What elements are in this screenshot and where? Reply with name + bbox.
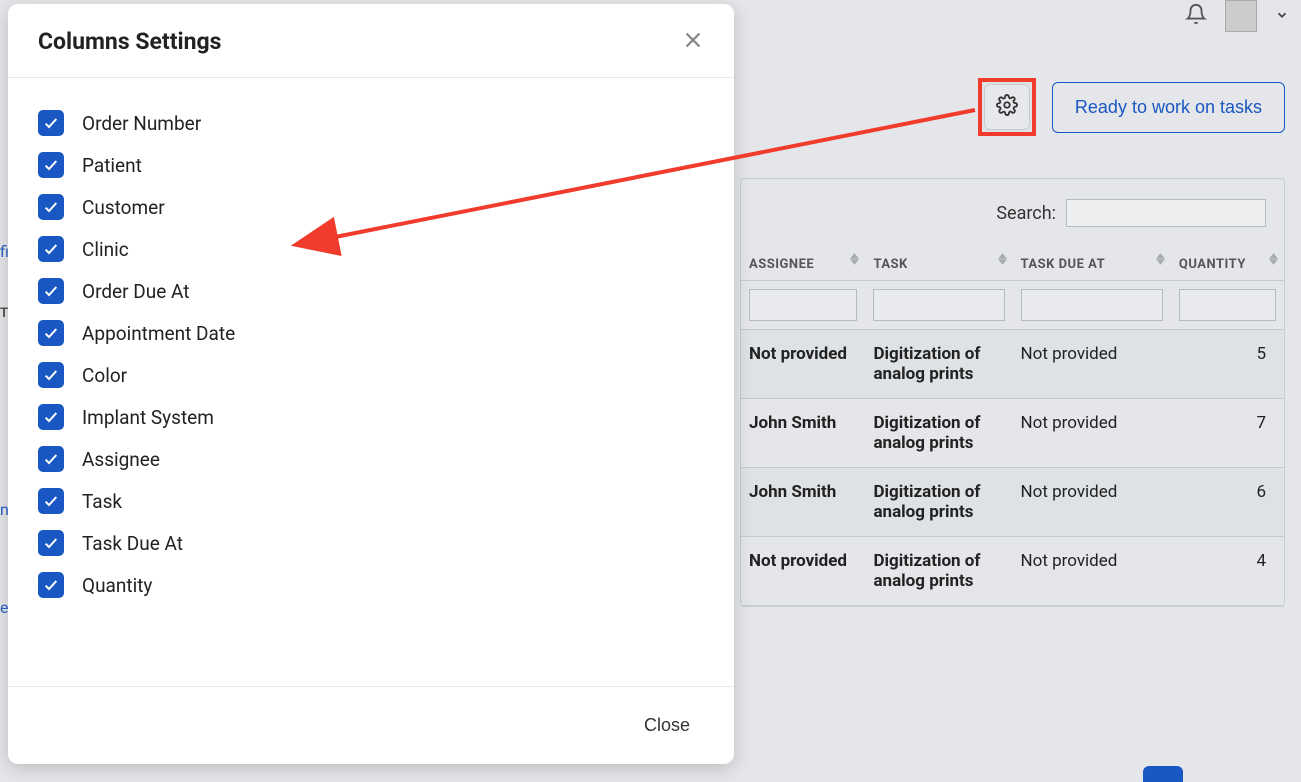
sort-icon xyxy=(1269,253,1278,265)
column-toggle-item: Order Due At xyxy=(38,270,704,312)
cell-qty: 5 xyxy=(1171,330,1284,399)
checkbox[interactable] xyxy=(38,194,64,220)
checkbox[interactable] xyxy=(38,362,64,388)
search-label: Search: xyxy=(996,203,1056,224)
checkbox[interactable] xyxy=(38,488,64,514)
column-toggle-item: Order Number xyxy=(38,102,704,144)
tasks-table-panel: Search: ASSIGNEE TASK TASK DUE AT QUANTI… xyxy=(740,178,1285,607)
sort-icon xyxy=(1156,253,1165,265)
table-row[interactable]: Not provided Digitization of analog prin… xyxy=(741,330,1284,399)
table-row[interactable]: Not provided Digitization of analog prin… xyxy=(741,537,1284,606)
filter-quantity[interactable] xyxy=(1179,289,1276,321)
column-toggle-label: Order Due At xyxy=(82,280,189,303)
columns-settings-button[interactable] xyxy=(984,84,1030,130)
cell-due: Not provided xyxy=(1013,399,1171,468)
table-row[interactable]: John Smith Digitization of analog prints… xyxy=(741,399,1284,468)
modal-body: Order Number Patient Customer Clinic Order D… xyxy=(8,78,734,686)
cell-qty: 4 xyxy=(1171,537,1284,606)
column-toggle-label: Appointment Date xyxy=(82,322,235,345)
col-header-task[interactable]: TASK xyxy=(865,247,1012,281)
filter-assignee[interactable] xyxy=(749,289,857,321)
column-toggle-item: Clinic xyxy=(38,228,704,270)
sort-icon xyxy=(998,253,1007,265)
checkbox[interactable] xyxy=(38,110,64,136)
column-toggle-label: Patient xyxy=(82,154,142,177)
close-icon[interactable] xyxy=(682,29,704,55)
checkbox[interactable] xyxy=(38,152,64,178)
cell-task: Digitization of analog prints xyxy=(865,537,1012,606)
col-header-assignee[interactable]: ASSIGNEE xyxy=(741,247,865,281)
columns-settings-modal: Columns Settings Order Number Patient Cust… xyxy=(8,4,734,764)
column-toggle-item: Assignee xyxy=(38,438,704,480)
modal-title: Columns Settings xyxy=(38,28,221,55)
column-toggle-label: Color xyxy=(82,364,127,387)
cell-task: Digitization of analog prints xyxy=(865,468,1012,537)
col-header-quantity[interactable]: QUANTITY xyxy=(1171,247,1284,281)
column-toggle-label: Task xyxy=(82,490,122,513)
close-button[interactable]: Close xyxy=(630,709,704,742)
checkbox[interactable] xyxy=(38,236,64,262)
filter-task-due-at[interactable] xyxy=(1021,289,1163,321)
cell-task: Digitization of analog prints xyxy=(865,399,1012,468)
column-toggle-label: Clinic xyxy=(82,238,129,261)
cell-task: Digitization of analog prints xyxy=(865,330,1012,399)
column-toggle-label: Assignee xyxy=(82,448,160,471)
column-toggle-item: Implant System xyxy=(38,396,704,438)
column-toggle-item: Task xyxy=(38,480,704,522)
pagination-fragment xyxy=(1143,766,1183,782)
edge-text: T xyxy=(0,306,8,321)
checkbox[interactable] xyxy=(38,404,64,430)
column-toggle-label: Order Number xyxy=(82,112,201,135)
column-toggle-item: Color xyxy=(38,354,704,396)
search-input[interactable] xyxy=(1066,199,1266,227)
tasks-table: ASSIGNEE TASK TASK DUE AT QUANTITY Not p… xyxy=(741,247,1284,606)
checkbox[interactable] xyxy=(38,572,64,598)
column-toggle-label: Implant System xyxy=(82,406,214,429)
chevron-down-icon[interactable] xyxy=(1275,7,1289,26)
avatar[interactable] xyxy=(1225,0,1257,32)
column-toggle-label: Task Due At xyxy=(82,532,183,555)
filter-row xyxy=(741,281,1284,330)
checkbox[interactable] xyxy=(38,278,64,304)
cell-due: Not provided xyxy=(1013,537,1171,606)
checkbox[interactable] xyxy=(38,446,64,472)
cell-due: Not provided xyxy=(1013,468,1171,537)
checkbox[interactable] xyxy=(38,530,64,556)
column-toggle-item: Quantity xyxy=(38,564,704,606)
column-toggle-item: Task Due At xyxy=(38,522,704,564)
cell-assignee: Not provided xyxy=(741,330,865,399)
filter-task[interactable] xyxy=(873,289,1004,321)
column-toggle-item: Patient xyxy=(38,144,704,186)
column-toggle-item: Customer xyxy=(38,186,704,228)
checkbox[interactable] xyxy=(38,320,64,346)
sort-icon xyxy=(850,253,859,265)
cell-qty: 7 xyxy=(1171,399,1284,468)
table-row[interactable]: John Smith Digitization of analog prints… xyxy=(741,468,1284,537)
ready-to-work-button[interactable]: Ready to work on tasks xyxy=(1052,82,1285,133)
col-header-task-due-at[interactable]: TASK DUE AT xyxy=(1013,247,1171,281)
cell-assignee: John Smith xyxy=(741,399,865,468)
columns-settings-gear-highlight xyxy=(978,78,1036,136)
bell-icon[interactable] xyxy=(1185,3,1207,29)
column-toggle-label: Customer xyxy=(82,196,165,219)
cell-assignee: John Smith xyxy=(741,468,865,537)
cell-due: Not provided xyxy=(1013,330,1171,399)
cell-assignee: Not provided xyxy=(741,537,865,606)
gear-icon xyxy=(996,94,1018,120)
column-toggle-item: Appointment Date xyxy=(38,312,704,354)
cell-qty: 6 xyxy=(1171,468,1284,537)
column-toggle-label: Quantity xyxy=(82,574,152,597)
